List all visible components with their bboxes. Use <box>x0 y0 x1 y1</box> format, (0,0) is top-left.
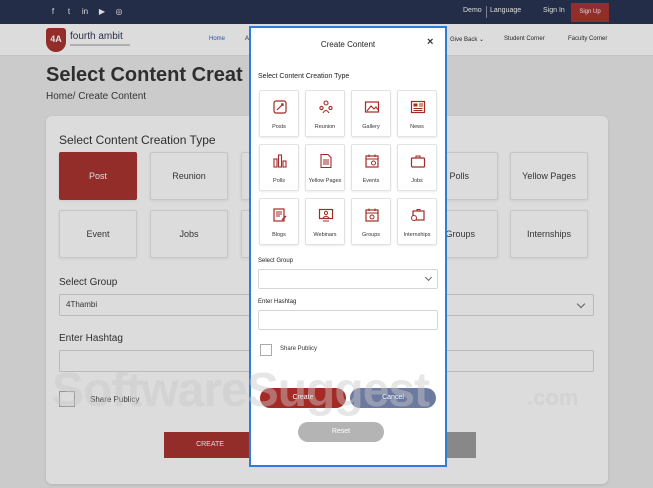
events-icon <box>365 154 379 168</box>
modal-tile-label: Groups <box>361 232 381 238</box>
modal-tile-gallery[interactable]: Gallery <box>351 90 391 137</box>
reunion-icon <box>319 100 333 114</box>
watermark-suffix: .com <box>527 385 579 410</box>
modal-share-publicly-checkbox[interactable] <box>260 344 272 356</box>
modal-select-group-label: Select Group <box>258 258 294 264</box>
polls-icon <box>273 154 287 168</box>
modal-tile-internships[interactable]: Internships <box>397 198 437 245</box>
news-icon <box>410 100 426 114</box>
modal-select-group-dropdown[interactable] <box>258 269 438 289</box>
modal-tile-blogs[interactable]: Blogs <box>259 198 299 245</box>
internships-icon <box>411 209 425 221</box>
modal-share-publicly-label: Share Publicy <box>280 346 318 352</box>
yellow-pages-icon <box>320 153 332 169</box>
close-icon[interactable]: × <box>427 36 433 48</box>
modal-section-title: Select Content Creation Type <box>258 73 350 80</box>
modal-tile-news[interactable]: News <box>397 90 437 137</box>
modal-tile-events[interactable]: Events <box>351 144 391 191</box>
modal-tile-jobs[interactable]: Jobs <box>397 144 437 191</box>
blogs-icon <box>273 208 287 222</box>
jobs-icon <box>410 155 426 168</box>
modal-hashtag-input[interactable] <box>258 310 438 330</box>
modal-tile-label: News <box>410 124 424 130</box>
modal-tile-polls[interactable]: Polls <box>259 144 299 191</box>
modal-tile-label: Internships <box>403 232 431 238</box>
modal-tile-label: Gallery <box>362 124 380 130</box>
modal-tile-reunion[interactable]: Reunion <box>305 90 345 137</box>
modal-tile-label: Yellow Pages <box>308 178 342 184</box>
modal-tile-label: Blogs <box>272 232 286 238</box>
modal-hashtag-label: Enter Hashtag <box>258 299 297 305</box>
modal-tile-posts[interactable]: Posts <box>259 90 299 137</box>
modal-tile-label: Posts <box>272 124 286 130</box>
groups-icon <box>365 208 379 222</box>
modal-tile-label: Events <box>362 178 380 184</box>
modal-tile-yellow-pages[interactable]: Yellow Pages <box>305 144 345 191</box>
modal-title: Create Content <box>320 40 376 49</box>
modal-tile-label: Jobs <box>411 178 423 184</box>
gallery-icon <box>364 101 380 113</box>
watermark: SoftwareSuggest <box>52 364 430 417</box>
modal-tile-label: Webinars <box>313 232 337 238</box>
webinars-icon <box>318 208 334 222</box>
modal-tile-groups[interactable]: Groups <box>351 198 391 245</box>
modal-tile-label: Reunion <box>314 124 336 130</box>
modal-reset-button[interactable]: Reset <box>298 422 384 442</box>
posts-icon <box>273 100 287 114</box>
modal-tile-webinars[interactable]: Webinars <box>305 198 345 245</box>
modal-tile-label: Polls <box>273 178 285 184</box>
